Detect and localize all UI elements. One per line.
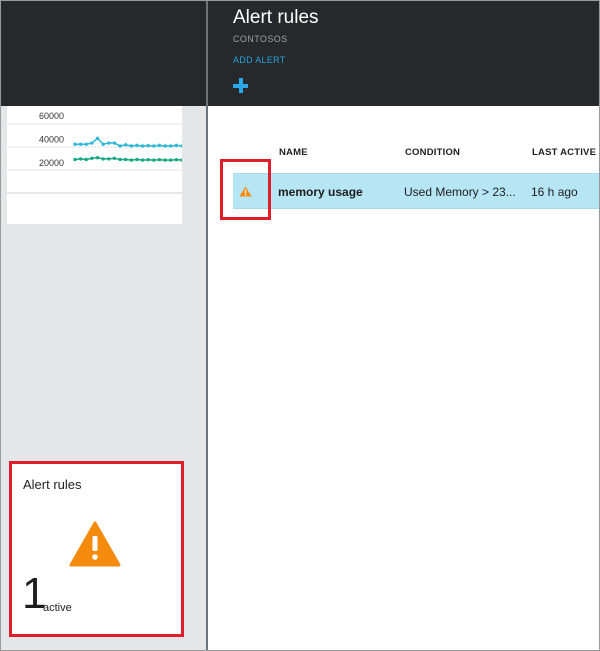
chart-data-point (174, 158, 179, 162)
chart-data-point (95, 136, 100, 141)
column-header-last-active[interactable]: LAST ACTIVE (532, 147, 596, 158)
chart-data-point (84, 142, 88, 146)
chart-data-point (95, 156, 100, 160)
chart-data-point (135, 157, 139, 162)
active-alert-count-label: active (43, 602, 72, 614)
chart-data-point (163, 158, 167, 162)
chart-data-point (107, 141, 111, 145)
memory-chart-tile[interactable]: 60000 40000 20000 (7, 106, 182, 224)
chart-data-point (112, 156, 117, 160)
chart-data-point (157, 158, 162, 162)
chart-data-point (90, 156, 94, 160)
chart-data-point (180, 158, 182, 162)
chart-data-point (140, 144, 145, 148)
chart-data-point (169, 158, 173, 162)
chart-data-point (73, 157, 77, 162)
chart-data-point (73, 142, 77, 146)
warning-triangle-icon (69, 521, 121, 567)
y-tick-label: 60000 (39, 111, 64, 121)
blade-header: Alert rules CONTOSOS ADD ALERT (208, 1, 599, 106)
chart-data-point (135, 143, 139, 148)
blade-subtitle: CONTOSOS (233, 34, 288, 44)
y-tick-label: 20000 (39, 158, 64, 168)
add-alert-plus-icon[interactable] (233, 78, 249, 94)
chart-data-point (152, 158, 156, 162)
row-name: memory usage (278, 185, 363, 199)
chart-data-point (123, 157, 128, 162)
row-last-active: 16 h ago (531, 185, 578, 199)
chart-data-point (118, 144, 122, 148)
chart-data-point (146, 143, 150, 148)
chart-data-point (157, 143, 162, 148)
chart-data-point (169, 144, 173, 148)
left-dashboard-panel: 60000 40000 20000 Alert rules 1 active (1, 1, 206, 650)
memory-line-chart: 60000 40000 20000 (7, 111, 182, 194)
alert-tile-title: Alert rules (23, 477, 82, 492)
chart-data-point (112, 141, 117, 145)
add-alert-label[interactable]: ADD ALERT (233, 55, 286, 65)
chart-data-point (90, 141, 94, 145)
chart-data-point (78, 142, 83, 146)
chart-data-point (129, 158, 134, 162)
chart-data-point (152, 144, 156, 148)
chart-data-point (101, 142, 105, 146)
alert-rules-blade: Alert rules CONTOSOS ADD ALERT NAME COND… (208, 1, 599, 650)
chart-data-point (140, 158, 145, 162)
chart-data-point (84, 157, 88, 162)
chart-data-point (101, 157, 105, 161)
chart-data-point (129, 144, 134, 148)
chart-data-point (123, 143, 128, 147)
chart-data-point (78, 157, 83, 161)
row-condition: Used Memory > 23... (404, 185, 516, 199)
chart-data-point (174, 143, 179, 148)
chart-data-point (107, 157, 111, 161)
warning-icon-highlight (220, 159, 271, 220)
chart-data-point (118, 157, 122, 162)
left-panel-header (1, 1, 206, 106)
alert-rules-tile[interactable]: Alert rules 1 active (9, 461, 184, 637)
table-row[interactable]: memory usage Used Memory > 23... 16 h ag… (233, 173, 599, 209)
chart-data-point (146, 158, 150, 162)
y-tick-label: 40000 (39, 135, 64, 145)
chart-data-point (163, 144, 167, 148)
column-header-condition[interactable]: CONDITION (405, 147, 460, 158)
blade-title: Alert rules (233, 7, 319, 28)
column-header-name[interactable]: NAME (279, 147, 308, 158)
